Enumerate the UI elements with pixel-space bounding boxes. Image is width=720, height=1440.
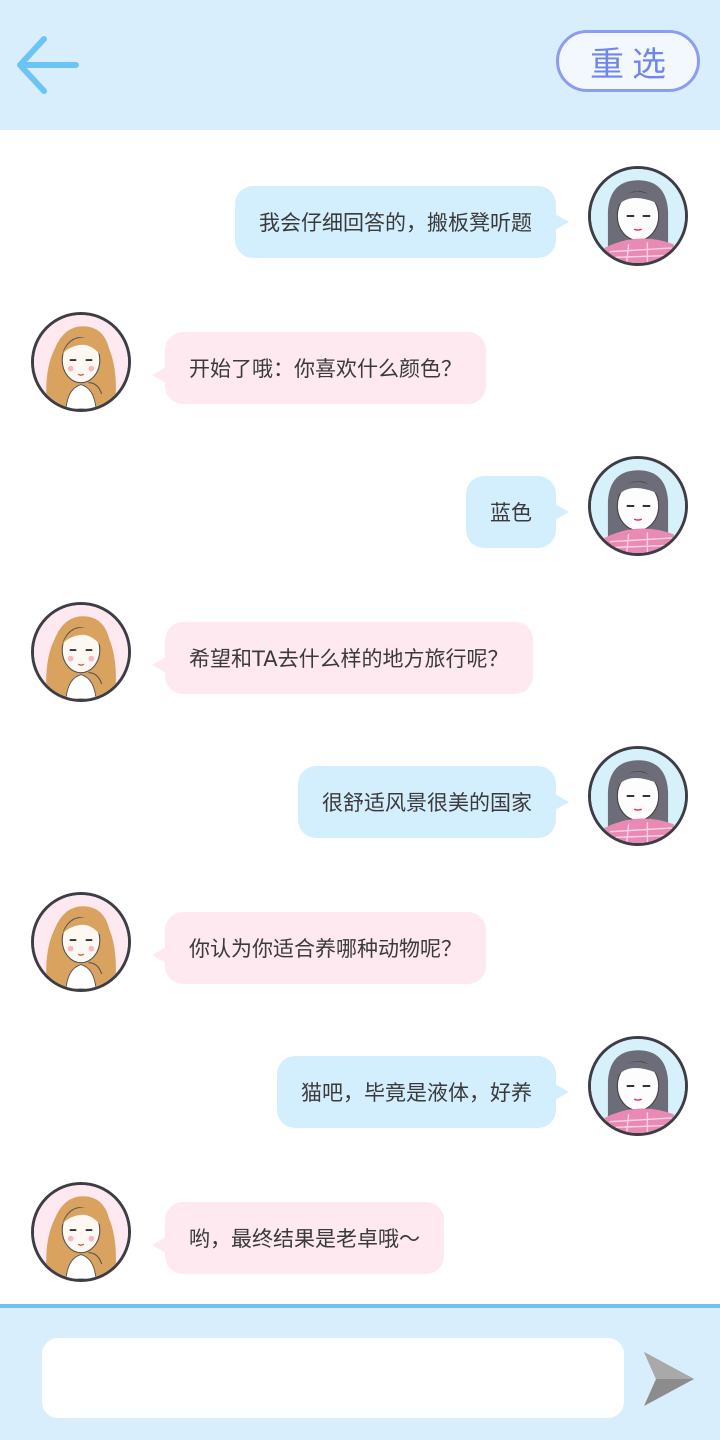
message-row: 很舒适风景很美的国家 [0,746,720,856]
dark-hair-girl-avatar[interactable] [588,166,688,266]
blonde-girl-avatar[interactable] [31,892,131,992]
message-row: 我会仔细回答的，搬板凳听题 [0,166,720,276]
send-arrow-icon [644,1352,694,1406]
message-bubble: 我会仔细回答的，搬板凳听题 [235,186,569,258]
top-bar: 重选 [0,0,720,130]
reselect-button[interactable]: 重选 [556,30,700,92]
dark-hair-girl-avatar[interactable] [588,456,688,556]
message-input[interactable] [42,1338,624,1418]
message-bubble: 猫吧，毕竟是液体，好养 [277,1056,569,1128]
message-row: 蓝色 [0,456,720,566]
arrow-left-icon [17,36,79,94]
chat-message-list: 我会仔细回答的，搬板凳听题 开始了哦：你喜欢什么颜色？ 蓝色 希望和TA去什么样… [0,130,720,1304]
dark-hair-girl-avatar[interactable] [588,746,688,846]
message-bubble: 很舒适风景很美的国家 [298,766,569,838]
blonde-girl-avatar[interactable] [31,312,131,412]
message-row: 开始了哦：你喜欢什么颜色？ [0,312,720,422]
back-button[interactable] [12,30,82,100]
message-bubble: 哟，最终结果是老卓哦～ [152,1202,444,1274]
message-row: 哟，最终结果是老卓哦～ [0,1182,720,1292]
message-row: 你认为你适合养哪种动物呢？ [0,892,720,1002]
message-bubble: 希望和TA去什么样的地方旅行呢？ [152,622,533,694]
message-bubble: 你认为你适合养哪种动物呢？ [152,912,486,984]
blonde-girl-avatar[interactable] [31,1182,131,1282]
message-row: 猫吧，毕竟是液体，好养 [0,1036,720,1146]
message-bubble: 蓝色 [466,476,569,548]
blonde-girl-avatar[interactable] [31,602,131,702]
message-row: 希望和TA去什么样的地方旅行呢？ [0,602,720,712]
send-button[interactable] [640,1348,696,1410]
input-bar [0,1304,720,1440]
message-bubble: 开始了哦：你喜欢什么颜色？ [152,332,486,404]
dark-hair-girl-avatar[interactable] [588,1036,688,1136]
